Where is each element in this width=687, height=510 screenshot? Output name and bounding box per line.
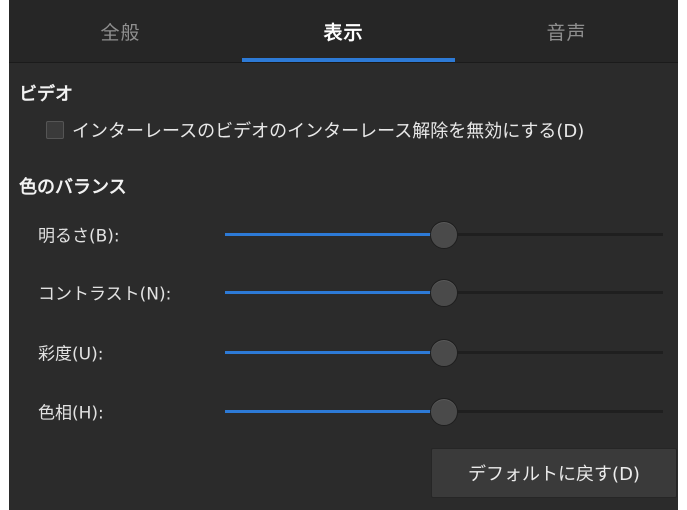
- video-section-title: ビデオ: [19, 84, 73, 105]
- saturation-row: 彩度(U):: [9, 332, 678, 372]
- contrast-slider-handle[interactable]: [430, 278, 458, 307]
- tab-general[interactable]: 全般: [9, 0, 232, 62]
- saturation-slider[interactable]: [225, 338, 663, 367]
- preferences-window: 全般 表示 音声 ビデオ インターレースのビデオのインターレース解除を無効にする…: [9, 0, 678, 510]
- deinterlace-option[interactable]: インターレースのビデオのインターレース解除を無効にする(D): [46, 116, 584, 144]
- color-balance-section-title: 色のバランス: [19, 177, 127, 198]
- deinterlace-checkbox-label: インターレースのビデオのインターレース解除を無効にする(D): [72, 121, 585, 142]
- brightness-row: 明るさ(B):: [9, 214, 678, 254]
- contrast-slider[interactable]: [225, 278, 663, 307]
- tab-bar: 全般 表示 音声: [9, 0, 678, 63]
- hue-label: 色相(H):: [38, 403, 104, 424]
- brightness-slider[interactable]: [225, 220, 663, 249]
- contrast-label: コントラスト(N):: [38, 284, 172, 305]
- saturation-label: 彩度(U):: [38, 344, 104, 365]
- brightness-slider-handle[interactable]: [430, 220, 458, 249]
- contrast-row: コントラスト(N):: [9, 272, 678, 312]
- saturation-slider-fill: [225, 351, 444, 354]
- reset-to-default-button[interactable]: デフォルトに戻す(D): [431, 448, 677, 498]
- hue-slider-handle[interactable]: [430, 397, 458, 426]
- hue-slider[interactable]: [225, 397, 663, 426]
- tab-audio[interactable]: 音声: [455, 0, 678, 62]
- contrast-slider-fill: [225, 291, 444, 294]
- saturation-slider-handle[interactable]: [430, 338, 458, 367]
- hue-slider-fill: [225, 410, 444, 413]
- hue-row: 色相(H):: [9, 391, 678, 431]
- tab-display[interactable]: 表示: [232, 0, 455, 62]
- brightness-slider-fill: [225, 233, 444, 236]
- brightness-label: 明るさ(B):: [38, 226, 120, 247]
- deinterlace-checkbox[interactable]: [46, 121, 64, 139]
